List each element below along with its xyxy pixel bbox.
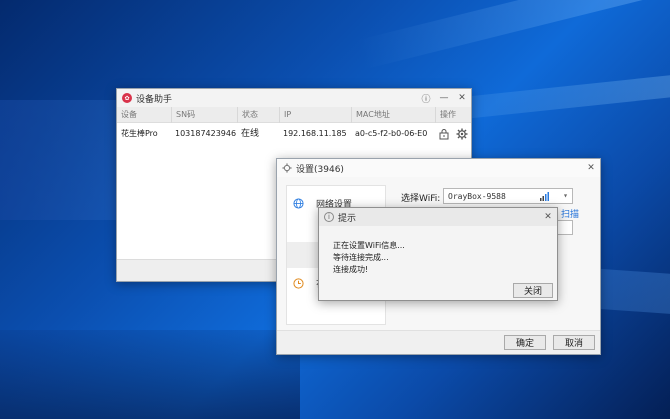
ok-button[interactable]: 确定 [504,335,546,350]
device-name: 花生棒Pro [121,129,158,138]
wifi-select-label: 选择WiFi: [401,194,441,204]
settings-window-title: 设置(3946) [296,164,344,175]
cancel-button[interactable]: 取消 [553,335,595,350]
column-header-ip: IP [279,107,351,123]
column-header-device: 设备 [121,110,137,119]
info-icon: i [324,212,334,222]
device-status: 在线 [241,129,260,139]
tip-dialog-title: 提示 [338,213,357,224]
main-titlebar[interactable]: ✿ 设备助手 ⓘ — ✕ [117,89,471,107]
close-button[interactable]: ✕ [539,208,557,226]
scan-wifi-link[interactable]: 扫描 [561,207,579,220]
tip-dialog: i 提示 ✕ 正在设置WiFi信息... 等待连接完成... 连接成功! 关闭 [318,207,558,301]
column-header-status: 状态 [237,107,279,123]
settings-footer: 确定 取消 [277,330,600,354]
close-button[interactable]: ✕ [582,159,600,177]
tip-message-line: 等待连接完成... [333,253,389,262]
close-dialog-button[interactable]: 关闭 [513,283,553,298]
device-ip: 192.168.11.185 [283,129,347,138]
gear-icon[interactable] [456,128,468,140]
globe-icon [293,197,304,209]
tip-message-line: 连接成功! [333,265,369,274]
gear-icon [282,163,292,173]
wallpaper-light-beam [356,0,670,70]
device-sn: 103187423946 [175,129,237,138]
table-row[interactable]: 花生棒Pro 103187423946 在线 192.168.11.185 a0… [117,123,471,145]
chevron-down-icon: ▾ [563,191,568,200]
wifi-signal-lock-icon [540,192,549,201]
column-header-sn: SN码 [171,107,237,123]
close-button[interactable]: ✕ [453,89,471,107]
main-window-title: 设备助手 [136,94,173,105]
device-lock-icon[interactable] [438,128,450,140]
info-icon[interactable]: ⓘ [417,89,435,107]
device-table-header: 设备 SN码 状态 IP MAC地址 操作 [117,107,471,123]
settings-titlebar[interactable]: 设置(3946) ✕ [277,159,600,177]
column-header-mac: MAC地址 [351,107,435,123]
wallpaper-shadow [0,330,300,419]
tip-titlebar[interactable]: i 提示 ✕ [319,208,557,226]
device-mac: a0-c5-f2-b0-06-E0 [355,129,428,138]
wifi-selected-value: OrayBox-9588 [448,191,506,201]
clock-icon [293,277,304,289]
tip-message-line: 正在设置WiFi信息... [333,241,405,250]
wifi-dropdown[interactable]: OrayBox-9588 ▾ [443,188,573,204]
app-logo-icon: ✿ [122,93,132,103]
minimize-button[interactable]: — [435,89,453,107]
column-header-actions: 操作 [435,107,473,123]
